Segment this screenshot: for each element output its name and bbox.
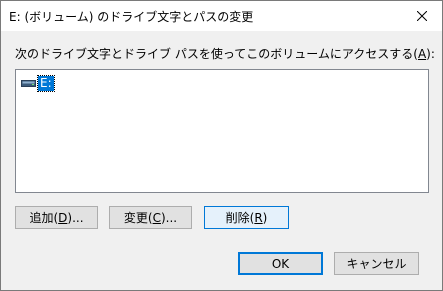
- add-button[interactable]: 追加(D)...: [15, 206, 98, 229]
- remove-button[interactable]: 削除(R): [204, 206, 289, 229]
- title-bar[interactable]: E: (ボリューム) のドライブ文字とパスの変更: [1, 1, 442, 31]
- drive-icon: [21, 79, 36, 87]
- ok-button[interactable]: OK: [238, 252, 323, 275]
- close-icon: [417, 11, 427, 21]
- close-button[interactable]: [402, 1, 442, 31]
- drive-paths-list[interactable]: E:: [15, 69, 429, 193]
- list-item[interactable]: E:: [21, 74, 55, 92]
- dialog-window: E: (ボリューム) のドライブ文字とパスの変更 次のドライブ文字とドライブ パ…: [0, 0, 443, 291]
- dialog-title: E: (ボリューム) のドライブ文字とパスの変更: [9, 10, 254, 24]
- list-item-label: E:: [37, 74, 55, 92]
- change-button[interactable]: 変更(C)...: [109, 206, 192, 229]
- instruction-label: 次のドライブ文字とドライブ パスを使ってこのボリュームにアクセスする(A):: [15, 47, 435, 61]
- cancel-button[interactable]: キャンセル: [334, 252, 419, 275]
